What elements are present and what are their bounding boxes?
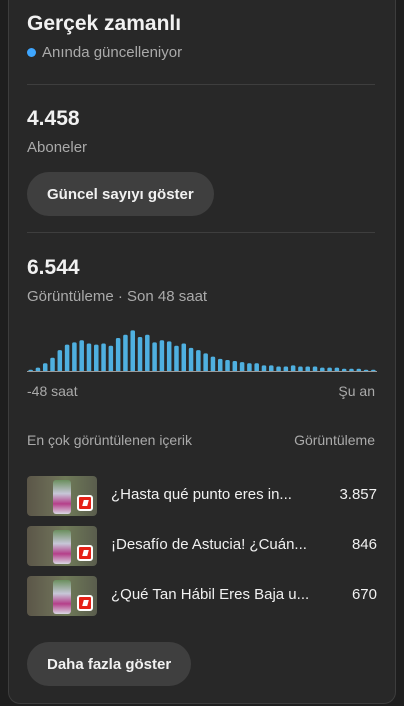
chart-bar[interactable] (130, 330, 135, 372)
views-label: Görüntüleme · Son 48 saat (27, 288, 208, 305)
chart-bar[interactable] (203, 353, 208, 372)
chart-bar[interactable] (152, 342, 157, 372)
shorts-icon (77, 495, 93, 511)
show-more-button[interactable]: Daha fazla göster (27, 642, 192, 686)
views-bar-chart (28, 330, 376, 372)
content-title[interactable]: ¡Desafío de Astucia! ¿Cuán... (111, 536, 317, 553)
thumbnail-figure (53, 580, 71, 614)
divider (27, 232, 375, 233)
chart-bar[interactable] (94, 344, 99, 372)
axis-start-label: -48 saat (27, 383, 78, 399)
divider (27, 84, 375, 85)
content-views: 3.857 (339, 486, 377, 503)
chart-bar[interactable] (108, 345, 114, 372)
subscriber-count: 4.458 (27, 107, 80, 130)
content-views: 670 (351, 586, 377, 603)
chart-x-axis (27, 371, 377, 372)
content-row[interactable]: ¿Qué Tan Hábil Eres Baja u... 670 (27, 576, 377, 616)
card-title: Gerçek zamanlı (27, 12, 182, 35)
views-column-header: Görüntüleme (294, 432, 375, 448)
chart-bar[interactable] (57, 350, 63, 372)
chart-bar[interactable] (101, 343, 106, 372)
chart-bar[interactable] (86, 343, 92, 372)
chart-bar[interactable] (166, 341, 172, 372)
content-row[interactable]: ¡Desafío de Astucia! ¿Cuán... 846 (27, 526, 377, 566)
live-status-label: Anında güncelleniyor (42, 44, 183, 61)
video-thumbnail[interactable] (27, 576, 97, 616)
realtime-card: Gerçek zamanlı Anında güncelleniyor 4.45… (8, 0, 396, 704)
top-content-header: En çok görüntülenen içerik (27, 432, 192, 448)
thumbnail-figure (53, 530, 71, 564)
chart-bar[interactable] (174, 345, 179, 372)
shorts-icon (77, 595, 93, 611)
content-row[interactable]: ¿Hasta qué punto eres in... 3.857 (27, 476, 377, 516)
chart-bar[interactable] (123, 334, 128, 372)
chart-bar[interactable] (79, 340, 84, 372)
content-views: 846 (351, 536, 377, 553)
chart-bar[interactable] (72, 342, 77, 372)
live-status: Anında güncelleniyor (27, 44, 182, 61)
video-thumbnail[interactable] (27, 526, 97, 566)
content-title[interactable]: ¿Hasta qué punto eres in... (111, 486, 317, 503)
chart-bar[interactable] (50, 357, 55, 372)
chart-bar[interactable] (210, 356, 216, 372)
chart-bar[interactable] (145, 334, 150, 372)
shorts-icon (77, 545, 93, 561)
axis-end-label: Şu an (338, 383, 375, 399)
thumbnail-figure (53, 480, 71, 514)
chart-bar[interactable] (188, 347, 194, 372)
live-dot-icon (27, 48, 36, 57)
chart-bar[interactable] (137, 336, 143, 372)
chart-bar[interactable] (196, 350, 201, 372)
video-thumbnail[interactable] (27, 476, 97, 516)
chart-bar[interactable] (115, 338, 121, 372)
views-count: 6.544 (27, 256, 80, 279)
chart-bar[interactable] (159, 340, 165, 372)
subscriber-label: Aboneler (27, 139, 88, 156)
chart-bar[interactable] (181, 343, 187, 372)
chart-bar[interactable] (64, 344, 70, 372)
content-title[interactable]: ¿Qué Tan Hábil Eres Baja u... (111, 586, 317, 603)
show-current-count-button[interactable]: Güncel sayıyı göster (27, 172, 214, 216)
